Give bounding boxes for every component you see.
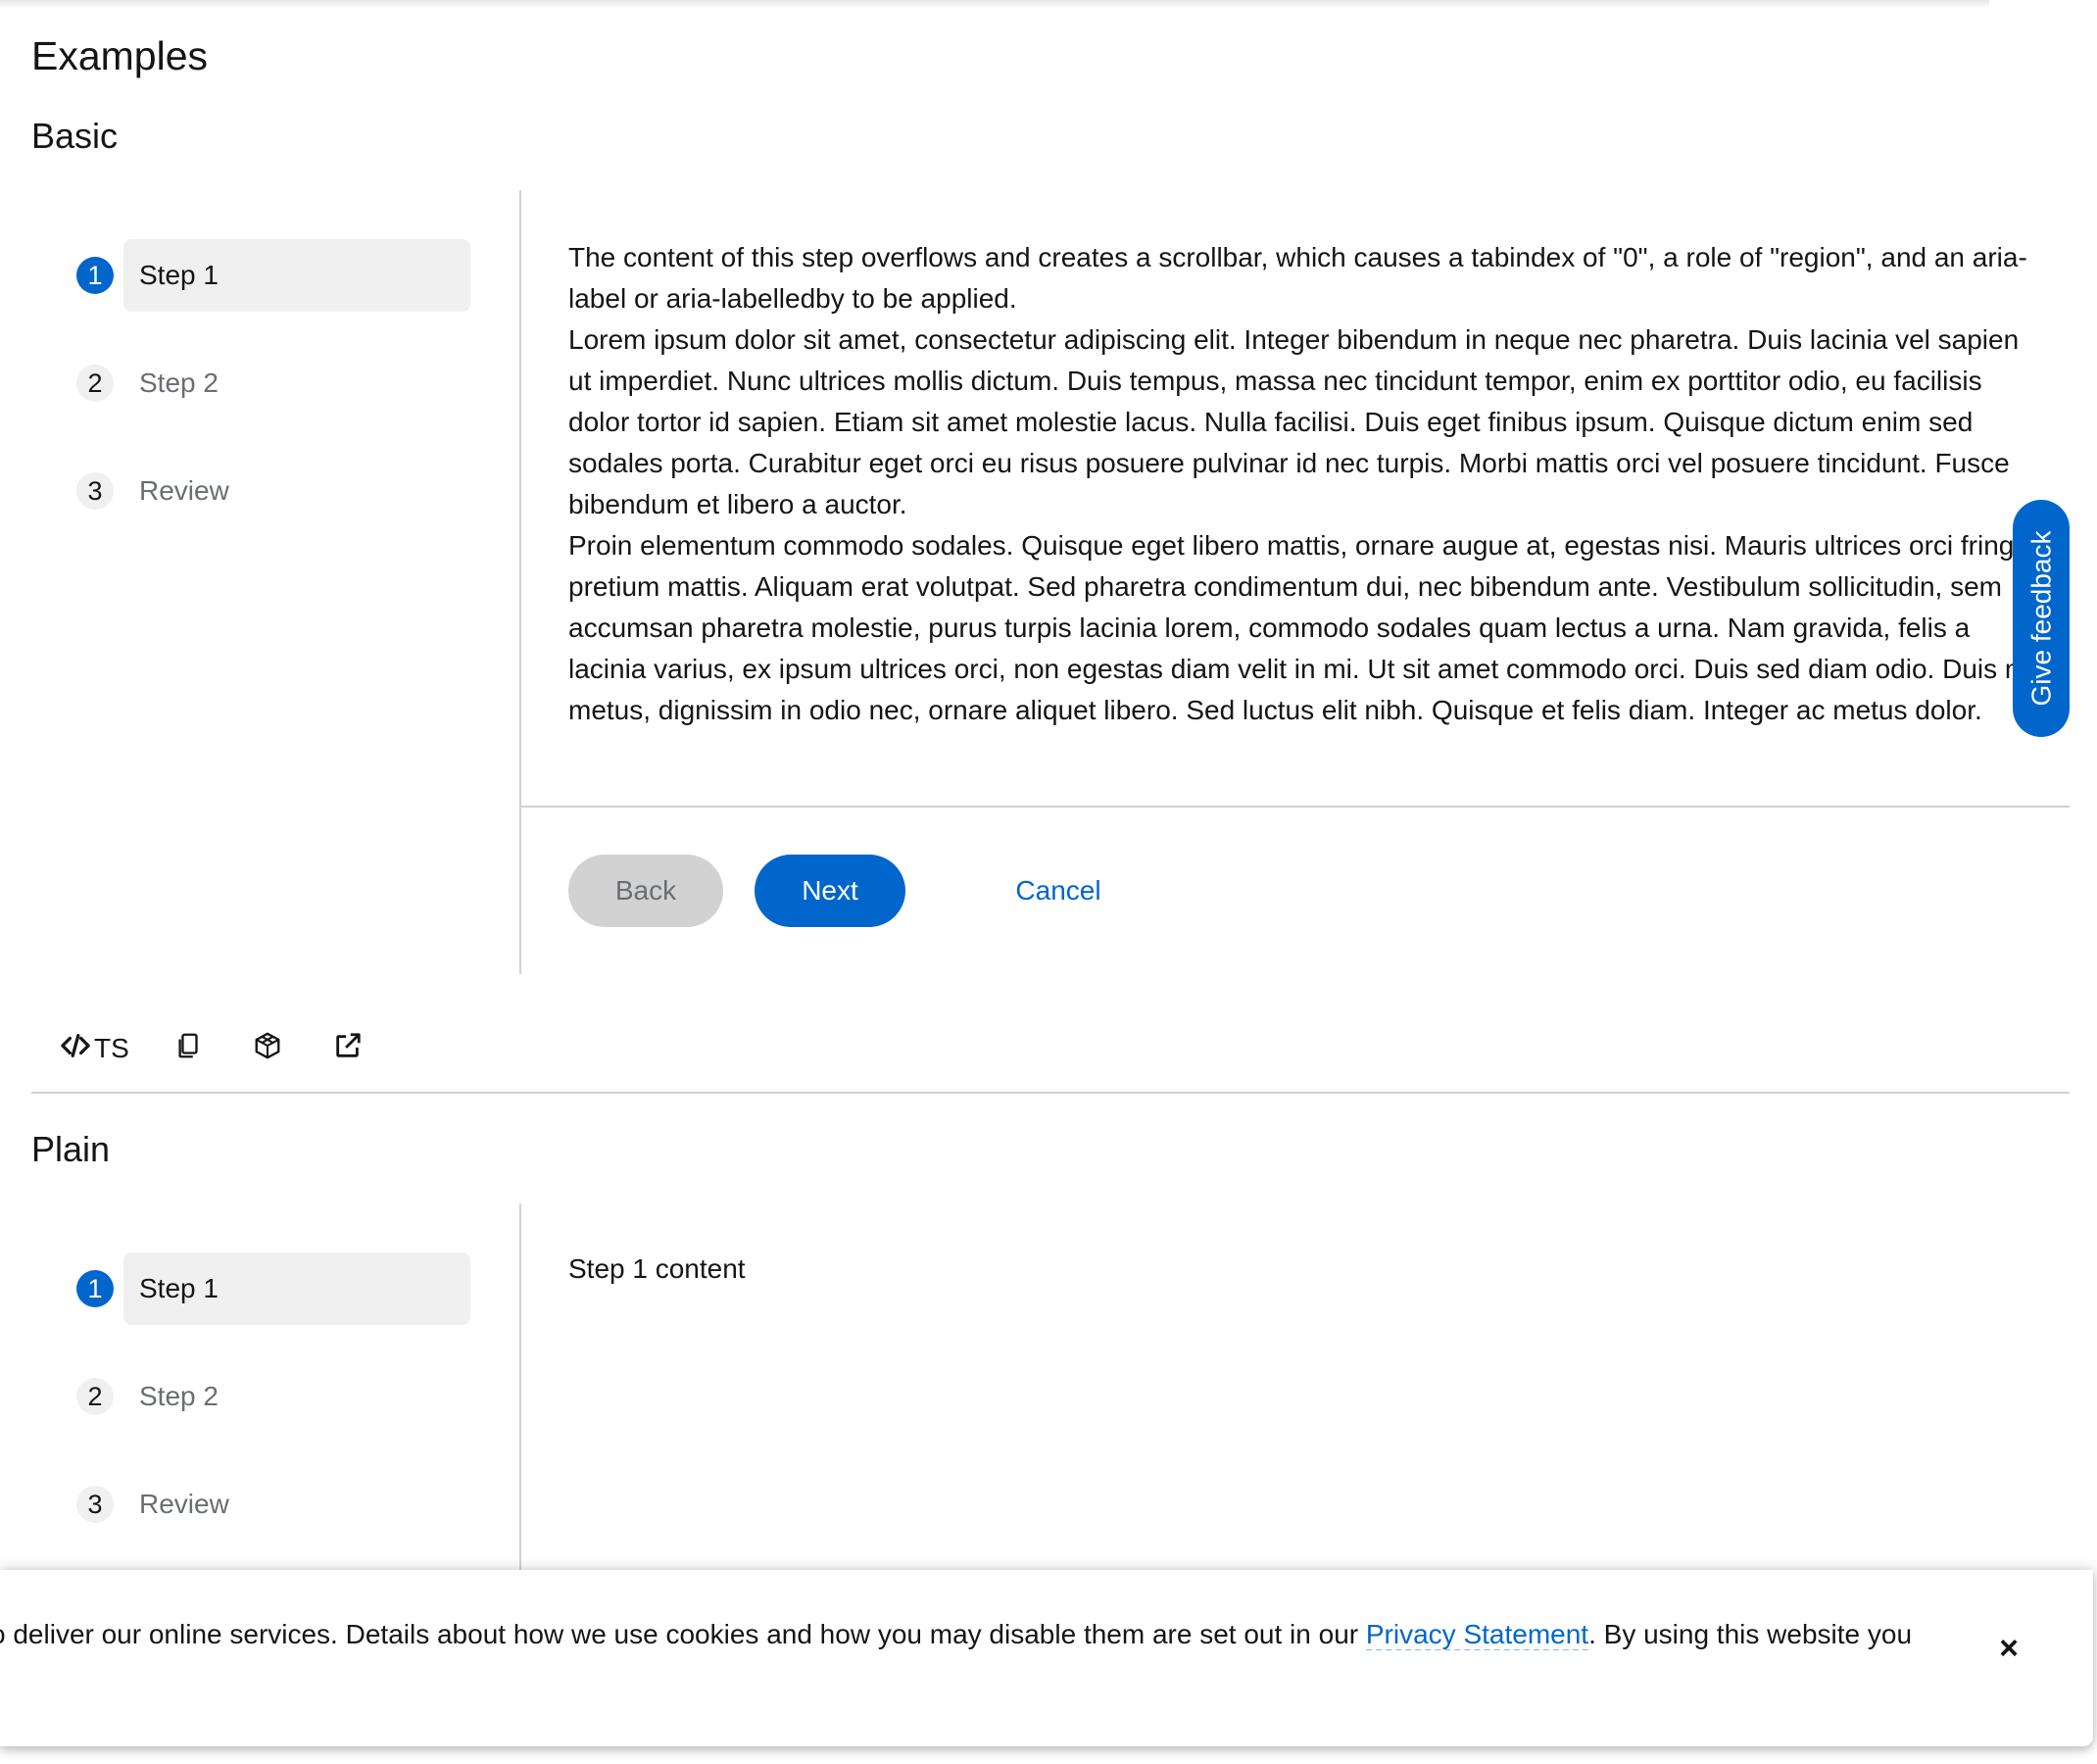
nav-item-review[interactable]: 3 Review (76, 1468, 470, 1541)
next-button[interactable]: Next (755, 855, 905, 927)
footer-divider (521, 806, 2070, 808)
wizard-divider (519, 190, 521, 974)
step-number: 1 (76, 257, 114, 294)
copy-icon (174, 1031, 204, 1067)
give-feedback-button[interactable]: Give feedback (2013, 500, 2070, 737)
code-language-label: TS (94, 1033, 129, 1063)
wizard-divider (519, 1203, 521, 1576)
nav-link-step-1[interactable]: Step 1 (123, 239, 470, 312)
nav-item-step-1[interactable]: 1 Step 1 (76, 1252, 470, 1325)
wizard-nav: 1 Step 1 2 Step 2 3 Review (31, 1203, 519, 1576)
external-link-icon (333, 1031, 363, 1067)
example-toolbar: TS (31, 1019, 392, 1078)
section-divider (31, 1092, 2070, 1094)
nav-item-step-2[interactable]: 2 Step 2 (76, 1360, 470, 1433)
privacy-statement-link[interactable]: Privacy Statement (1365, 1619, 1589, 1650)
open-new-window-button[interactable] (333, 1019, 363, 1078)
step-number: 3 (76, 1486, 114, 1523)
nav-link-review[interactable]: Review (123, 1468, 470, 1541)
back-button[interactable]: Back (568, 855, 723, 927)
step-number: 3 (76, 472, 114, 510)
top-shadow (0, 0, 1989, 8)
nav-item-review[interactable]: 3 Review (76, 455, 470, 527)
plain-heading: Plain (31, 1129, 111, 1169)
step-number: 2 (76, 1378, 114, 1415)
wizard-body[interactable]: The content of this step overflows and c… (568, 237, 2048, 731)
nav-link-step-2[interactable]: Step 2 (123, 1360, 470, 1433)
cookie-text-before: o deliver our online services. Details a… (0, 1619, 1366, 1649)
code-icon (61, 1031, 90, 1067)
body-paragraph: The content of this step overflows and c… (568, 242, 2027, 314)
wizard-nav: 1 Step 1 2 Step 2 3 Review (31, 190, 519, 974)
cookie-text: o deliver our online services. Details a… (0, 1619, 1950, 1650)
cancel-button[interactable]: Cancel (980, 855, 1137, 927)
nav-link-step-2[interactable]: Step 2 (123, 347, 470, 419)
close-icon[interactable]: × (1989, 1629, 2028, 1668)
nav-link-review[interactable]: Review (123, 455, 470, 527)
nav-item-step-2[interactable]: 2 Step 2 (76, 347, 470, 419)
nav-item-step-1[interactable]: 1 Step 1 (76, 239, 470, 312)
give-feedback-label: Give feedback (2025, 530, 2056, 707)
codesandbox-button[interactable] (253, 1019, 282, 1078)
step-content: Step 1 content (568, 1253, 746, 1284)
basic-heading: Basic (31, 116, 119, 156)
body-paragraph: Proin elementum commodo sodales. Quisque… (568, 530, 2048, 725)
wizard-body: Step 1 content (568, 1249, 2048, 1290)
step-number: 2 (76, 365, 114, 402)
codesandbox-icon (253, 1031, 282, 1067)
examples-heading: Examples (31, 33, 209, 78)
toggle-code-button[interactable]: TS (61, 1019, 129, 1078)
body-paragraph: Lorem ipsum dolor sit amet, consectetur … (568, 324, 2020, 519)
step-number: 1 (76, 1270, 114, 1307)
cookie-banner: o deliver our online services. Details a… (0, 1570, 2093, 1746)
cookie-text-after: . By using this website you (1588, 1619, 1913, 1649)
nav-link-step-1[interactable]: Step 1 (123, 1252, 470, 1325)
basic-wizard: 1 Step 1 2 Step 2 3 Review The content o… (31, 190, 2070, 974)
plain-wizard: 1 Step 1 2 Step 2 3 Review Step 1 conten… (31, 1203, 2070, 1576)
copy-code-button[interactable] (174, 1019, 204, 1078)
